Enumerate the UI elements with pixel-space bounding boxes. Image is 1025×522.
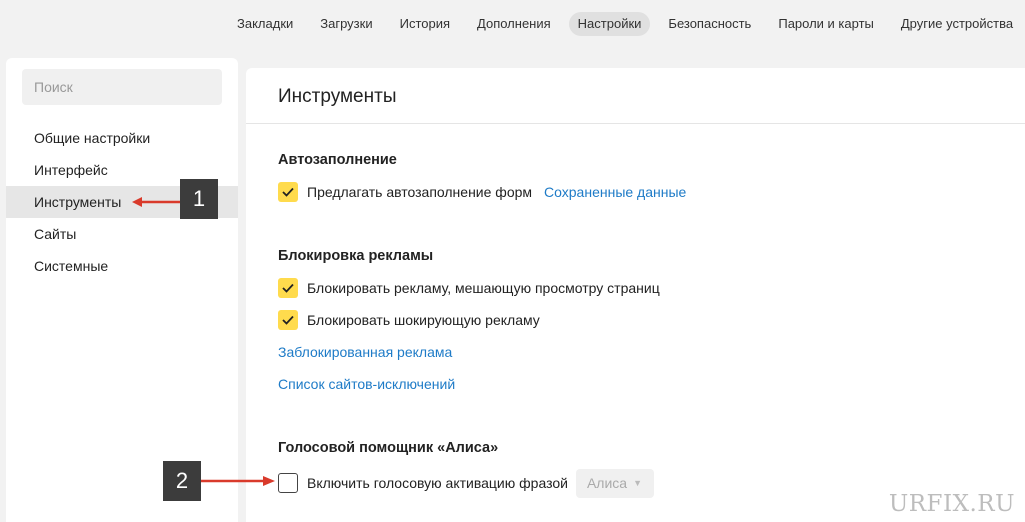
nav-extensions[interactable]: Дополнения: [468, 12, 560, 36]
alice-phrase-value: Алиса: [586, 475, 628, 491]
sidebar-item-sites[interactable]: Сайты: [6, 218, 238, 250]
autofill-offer-row: Предлагать автозаполнение форм Сохраненн…: [278, 181, 686, 203]
section-title-autofill: Автозаполнение: [278, 152, 397, 168]
settings-main-panel: Инструменты Автозаполнение Предлагать ав…: [246, 68, 1025, 522]
check-icon: [282, 187, 294, 197]
alice-voice-row: Включить голосовую активацию фразой Алис…: [278, 468, 654, 498]
nav-settings[interactable]: Настройки: [568, 12, 651, 36]
nav-bookmarks[interactable]: Закладки: [228, 12, 302, 36]
chevron-down-icon: ▼: [633, 478, 642, 488]
annotation-badge-2: 2: [163, 461, 201, 501]
nav-history[interactable]: История: [391, 12, 459, 36]
sidebar-item-system[interactable]: Системные: [6, 250, 238, 282]
check-icon: [282, 315, 294, 325]
autofill-offer-label: Предлагать автозаполнение форм: [307, 184, 533, 200]
page-title: Инструменты: [278, 86, 397, 107]
section-title-adblock: Блокировка рекламы: [278, 248, 434, 264]
exception-sites-link[interactable]: Список сайтов-исключений: [278, 376, 455, 392]
section-title-alice: Голосовой помощник «Алиса»: [278, 440, 499, 456]
search-input[interactable]: Поиск: [22, 69, 222, 105]
watermark: URFIX.RU: [888, 491, 1015, 517]
adblock-shocking-label: Блокировать шокирующую рекламу: [307, 312, 540, 328]
adblock-interfering-row: Блокировать рекламу, мешающую просмотру …: [278, 277, 660, 299]
adblock-shocking-checkbox[interactable]: [278, 310, 298, 330]
nav-passwords-cards[interactable]: Пароли и карты: [769, 12, 883, 36]
annotation-arrow-1: [132, 197, 180, 207]
nav-downloads[interactable]: Загрузки: [311, 12, 381, 36]
settings-sidebar: Поиск Общие настройки Интерфейс Инструме…: [6, 58, 238, 522]
adblock-shocking-row: Блокировать шокирующую рекламу: [278, 309, 540, 331]
alice-phrase-select[interactable]: Алиса ▼: [575, 468, 654, 498]
top-navigation: Закладки Загрузки История Дополнения Нас…: [228, 12, 1025, 36]
alice-voice-label: Включить голосовую активацию фразой: [307, 475, 568, 491]
sidebar-item-general[interactable]: Общие настройки: [6, 122, 238, 154]
annotation-arrow-2: [201, 476, 275, 486]
saved-data-link[interactable]: Сохраненные данные: [544, 184, 686, 200]
title-divider: [246, 123, 1025, 124]
blocked-ads-link[interactable]: Заблокированная реклама: [278, 344, 452, 360]
adblock-interfering-label: Блокировать рекламу, мешающую просмотру …: [307, 280, 660, 296]
nav-security[interactable]: Безопасность: [659, 12, 760, 36]
autofill-offer-checkbox[interactable]: [278, 182, 298, 202]
adblock-interfering-checkbox[interactable]: [278, 278, 298, 298]
annotation-badge-1: 1: [180, 179, 218, 219]
check-icon: [282, 283, 294, 293]
nav-other-devices[interactable]: Другие устройства: [892, 12, 1022, 36]
alice-voice-checkbox[interactable]: [278, 473, 298, 493]
